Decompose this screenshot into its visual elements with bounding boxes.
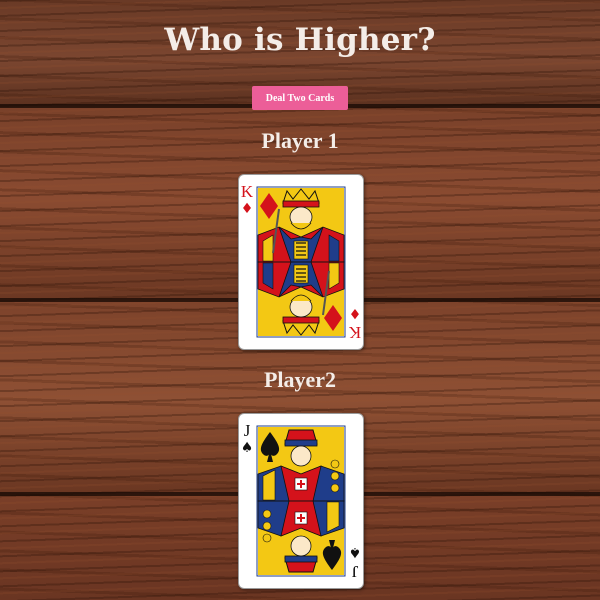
page-title: Who is Higher? [164, 22, 436, 58]
spade-icon: ♠ [349, 544, 362, 560]
spade-icon: ♠ [241, 440, 254, 456]
card-rank-bottom: J [351, 562, 358, 581]
card-rank-top: K [241, 182, 254, 201]
king-of-diamonds-face: K ♦ K ♦ [241, 182, 362, 342]
card-rank-bottom: K [348, 323, 361, 342]
player-2-card: J ♠ J ♠ [238, 413, 364, 589]
player-1-card: K ♦ K ♦ [238, 174, 364, 350]
jack-of-spades-face: J ♠ J ♠ [241, 421, 362, 581]
diamond-icon: ♦ [241, 201, 254, 217]
deal-two-cards-button[interactable]: Deal Two Cards [252, 86, 348, 110]
player-1-label: Player 1 [261, 128, 339, 153]
player-2-label: Player2 [263, 367, 337, 392]
card-rank-top: J [244, 421, 251, 440]
diamond-icon: ♦ [349, 305, 362, 321]
